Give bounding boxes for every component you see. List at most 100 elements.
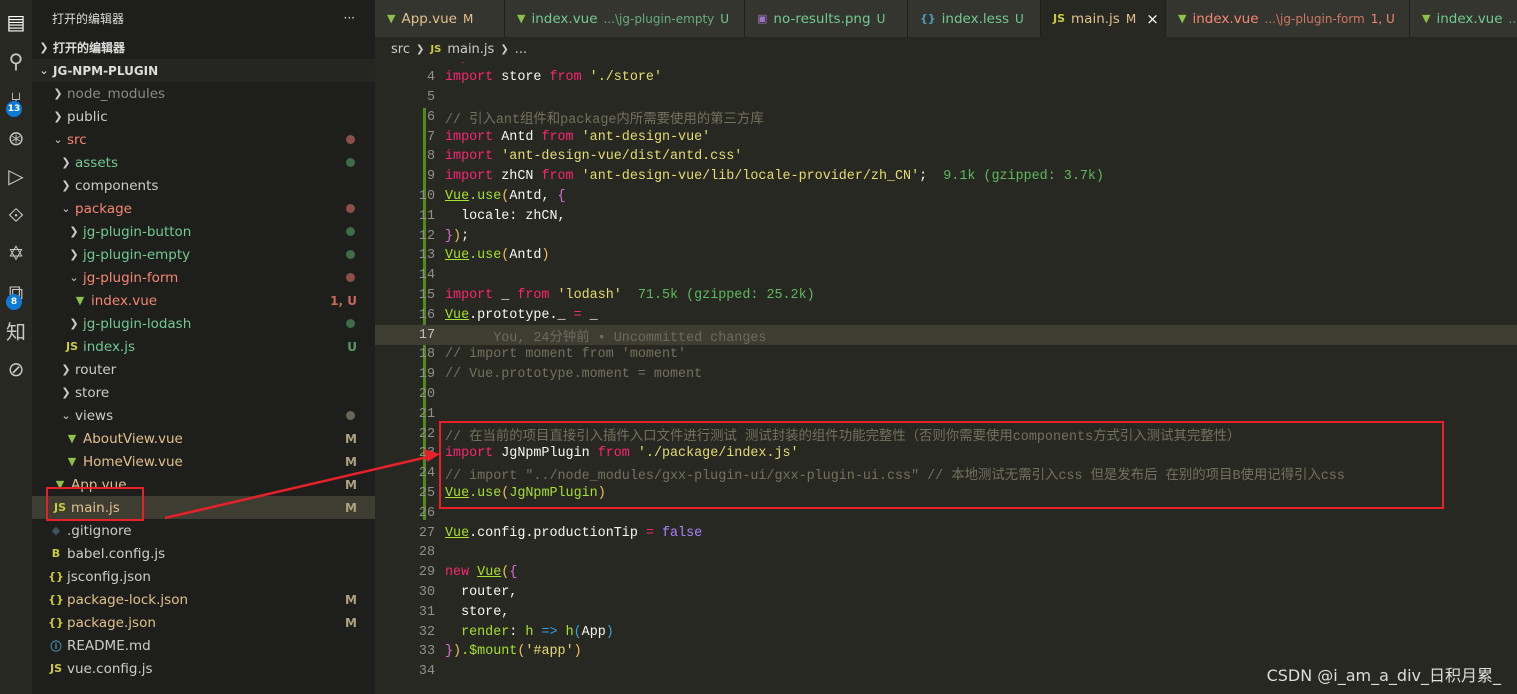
tree-item[interactable]: ◆ .gitignore	[32, 519, 375, 542]
chevron-right-icon: ❯	[53, 87, 63, 100]
vue-file-icon: ▼	[1422, 12, 1431, 25]
code-token: )	[541, 248, 550, 264]
tree-item[interactable]: ⓘ README.md	[32, 634, 375, 657]
tab-status: U	[1015, 11, 1024, 26]
tree-item[interactable]: ❯ store	[32, 381, 375, 404]
tree-item[interactable]: ❯ assets	[32, 151, 375, 174]
tree-item[interactable]: ⌄ views	[32, 404, 375, 427]
tree-item[interactable]: ⌄ jg-plugin-form	[32, 266, 375, 289]
open-editors-section[interactable]: ❯ 打开的编辑器	[32, 36, 375, 59]
explorer-icon[interactable]: ▤	[0, 2, 32, 42]
tab-index-less[interactable]: {} index.less U	[908, 0, 1041, 37]
remote-icon[interactable]: ⟐	[0, 195, 32, 235]
extension-alt-icon[interactable]: ✡	[0, 233, 32, 273]
tree-item[interactable]: Bbabel.config.js	[32, 542, 375, 565]
vue-file-icon: ▼	[387, 12, 396, 25]
tab-description: ...\jg-plugin-form	[1264, 11, 1365, 26]
code-editor[interactable]: 3 import router from './router' 4 import st…	[375, 62, 1517, 694]
line-number: 25	[418, 485, 435, 501]
code-token: './router'	[598, 62, 678, 65]
code-token: store,	[445, 604, 510, 620]
tree-item[interactable]: ▼ App.vue M	[32, 473, 375, 496]
tree-item[interactable]: ❯ components	[32, 174, 375, 197]
tree-item[interactable]: {} package-lock.json M	[32, 588, 375, 611]
tab-App-vue[interactable]: ▼ App.vue M	[375, 0, 505, 37]
close-tab-icon[interactable]: ×	[1146, 10, 1159, 28]
tree-item[interactable]: ❯ node_modules	[32, 82, 375, 105]
babel-file-icon: B	[51, 547, 61, 560]
tree-item[interactable]: ❯ router	[32, 358, 375, 381]
tab-main-js[interactable]: JS main.js M ×	[1041, 0, 1166, 37]
code-token: zhCN	[501, 169, 542, 185]
code-token: JgNpmPlugin	[509, 485, 598, 501]
vue-file-icon: ▼	[55, 478, 65, 491]
tab-no-results-png[interactable]: ▣ no-results.png U	[745, 0, 908, 37]
project-section[interactable]: ⌄ JG-NPM-PLUGIN	[32, 59, 375, 82]
tree-item[interactable]: ▼ index.vue 1, U	[32, 289, 375, 312]
line-number: 10	[418, 188, 435, 204]
code-token: }	[445, 228, 454, 244]
tree-item[interactable]: JS vue.config.js	[32, 657, 375, 680]
more-actions-button[interactable]: ···	[344, 11, 355, 25]
code-token: .use	[469, 485, 502, 501]
tree-item[interactable]: {} package.json M	[32, 611, 375, 634]
zhi-icon[interactable]: 知	[0, 310, 32, 350]
line-number: 11	[418, 208, 435, 224]
tree-item-label: src	[67, 131, 87, 148]
tree-item[interactable]: ❯ jg-plugin-empty	[32, 243, 375, 266]
chevron-right-icon: ❯	[415, 44, 425, 55]
json-file-icon: {}	[48, 616, 64, 629]
line-number: 16	[418, 307, 435, 323]
tab-label: index.less	[941, 10, 1010, 27]
code-token: _	[501, 287, 518, 303]
code-line: 28	[375, 543, 1517, 563]
js-file-icon: JS	[430, 44, 442, 55]
code-token: router	[501, 62, 557, 65]
tree-item[interactable]: ❯ jg-plugin-lodash	[32, 312, 375, 335]
tree-item-label: jsconfig.json	[67, 568, 151, 585]
search-icon[interactable]: ⚲	[0, 41, 32, 81]
tree-item[interactable]: ▼ HomeView.vue M	[32, 450, 375, 473]
git-status-decoration: M	[345, 500, 357, 515]
badge: 13	[6, 101, 22, 117]
tree-item-label: package.json	[67, 614, 156, 631]
extensions-icon[interactable]: ⧉ 8	[0, 272, 32, 312]
tree-item[interactable]: ❯ jg-plugin-button	[32, 220, 375, 243]
source-control-icon[interactable]: ⑂ 13	[0, 79, 32, 119]
breadcrumb-symbol[interactable]: ...	[515, 42, 527, 57]
tree-item[interactable]: {} jsconfig.json	[32, 565, 375, 588]
breadcrumb-file[interactable]: main.js	[447, 42, 494, 57]
run-debug-icon[interactable]: ⊛	[0, 118, 32, 158]
code-line: 18 // import moment from 'moment'	[375, 345, 1517, 365]
tree-item[interactable]: ⌄ src	[32, 128, 375, 151]
tree-item-label: package	[75, 200, 132, 217]
tree-item[interactable]: ❯ public	[32, 105, 375, 128]
tree-item[interactable]: ▼ AboutView.vue M	[32, 427, 375, 450]
code-line: 26	[375, 503, 1517, 523]
code-line: 4 import store from './store'	[375, 68, 1517, 88]
tree-item[interactable]: JS main.js M	[32, 496, 375, 519]
line-number: 22	[418, 426, 435, 442]
tab-index-vue[interactable]: ▼ index.vue ...\jg-plugin-form 1, U	[1166, 0, 1410, 37]
editor-tabs: ▼ App.vue M ▼ index.vue ...\jg-plugin-empty U ▣…	[375, 0, 1517, 37]
line-number: 13	[418, 248, 435, 264]
code-token: import	[445, 287, 502, 303]
code-token: .$mount	[461, 644, 518, 660]
tree-item[interactable]: ⌄ package	[32, 197, 375, 220]
tab-index-vue[interactable]: ▼ index.vue...	[1410, 0, 1517, 37]
debug-icon[interactable]: ▷	[0, 156, 32, 196]
code-token: .use	[469, 188, 502, 204]
git-graph-icon[interactable]: ⊘	[0, 349, 32, 389]
tab-status: U	[876, 11, 886, 26]
breadcrumb: src ❯ JS main.js ❯ ...	[375, 37, 1517, 62]
breadcrumb-src[interactable]: src	[391, 42, 410, 57]
code-token: (	[573, 624, 582, 640]
code-line: 24 // import "../node_modules/gxx-plugin-…	[375, 464, 1517, 484]
code-line: 8 import 'ant-design-vue/dist/antd.css'	[375, 147, 1517, 167]
tree-item-label: jg-plugin-lodash	[83, 315, 192, 332]
tree-item[interactable]: JS index.js U	[32, 335, 375, 358]
code-token: h	[525, 624, 542, 640]
tree-item-label: jg-plugin-form	[83, 269, 179, 286]
code-token: :	[509, 624, 526, 640]
tab-index-vue[interactable]: ▼ index.vue ...\jg-plugin-empty U	[505, 0, 745, 37]
